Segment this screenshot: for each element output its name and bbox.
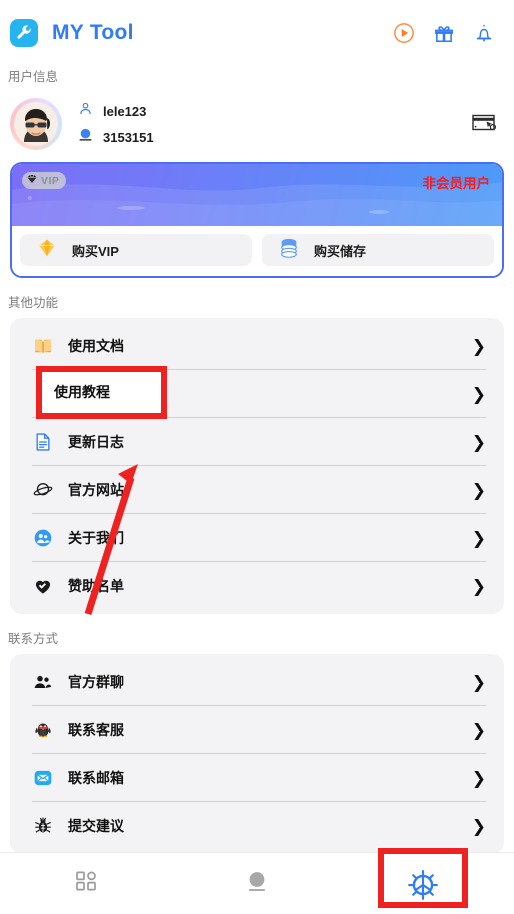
userid-row: 3153151 (78, 127, 154, 147)
heart-icon (32, 576, 54, 596)
list-item-label: 联系客服 (68, 722, 124, 738)
list-item-about[interactable]: 关于我们 ❯ (10, 514, 504, 562)
chevron-right-icon: ❯ (471, 384, 486, 404)
other-features-block: 其他功能 使用文档 ❯ 使用教程 ❯ 更新日志 ❯ 官方网站 ❯ 关于我们 ❯ … (0, 278, 514, 614)
bell-icon[interactable] (472, 21, 496, 45)
list-item-tutorial[interactable]: 使用教程 ❯ (10, 370, 504, 418)
list-item-label: 更新日志 (68, 434, 124, 450)
play-circle-icon[interactable] (392, 21, 416, 45)
group-chat-icon (32, 672, 54, 692)
database-icon (278, 237, 300, 264)
header-actions (392, 21, 496, 45)
list-item-website[interactable]: 官方网站 ❯ (10, 466, 504, 514)
app-header: MY Tool (0, 0, 514, 66)
circle-icon (78, 127, 93, 147)
wrench-icon (10, 19, 38, 47)
buy-vip-label: 购买VIP (72, 243, 119, 259)
buy-vip-button[interactable]: 购买VIP (20, 234, 252, 266)
app-root: MY Tool 用户信息 lele123 3153151 VIP 非会员用户 购… (0, 0, 514, 914)
penguin-support-icon (32, 720, 54, 740)
vip-card: VIP 非会员用户 购买VIP 购买储存 (10, 162, 504, 278)
list-item-label: 赞助名单 (68, 578, 124, 594)
chevron-right-icon: ❯ (471, 720, 486, 740)
video-tutorial-icon (32, 384, 54, 404)
people-icon (32, 528, 54, 548)
avatar-image (14, 102, 58, 146)
planet-icon (32, 480, 54, 500)
list-item-label: 官方群聊 (68, 674, 124, 690)
contact-block: 联系方式 官方群聊 ❯ 联系客服 ❯ 联系邮箱 ❯ 提交建议 ❯ (0, 614, 514, 854)
active-indicator-dot (426, 897, 431, 902)
vip-banner: VIP 非会员用户 (12, 164, 502, 226)
gem-icon (36, 237, 58, 264)
user-section-label: 用户信息 (8, 70, 59, 84)
buy-storage-label: 购买储存 (314, 243, 367, 259)
user-info-row: lele123 3153151 (0, 92, 514, 154)
sphere-icon (245, 869, 269, 898)
list-item-label: 使用文档 (68, 338, 124, 354)
list-item-label: 关于我们 (68, 530, 124, 546)
nav-item-sphere[interactable] (171, 853, 342, 914)
gift-icon[interactable] (432, 21, 456, 45)
vip-actions: 购买VIP 购买储存 (12, 226, 502, 276)
list-item-feedback[interactable]: 提交建议 ❯ (10, 802, 504, 850)
diamond-icon (26, 172, 38, 190)
list-item-support[interactable]: 联系客服 ❯ (10, 706, 504, 754)
buy-storage-button[interactable]: 购买储存 (262, 234, 494, 266)
person-icon (78, 101, 93, 121)
mail-icon (32, 768, 54, 788)
bug-icon (32, 816, 54, 836)
chevron-right-icon: ❯ (471, 432, 486, 452)
username-value: lele123 (103, 103, 147, 119)
list-item-sponsors[interactable]: 赞助名单 ❯ (10, 562, 504, 610)
gear-icon (416, 866, 440, 895)
chevron-right-icon: ❯ (471, 480, 486, 500)
chevron-right-icon: ❯ (471, 576, 486, 596)
avatar[interactable] (10, 98, 62, 150)
vip-badge-label: VIP (41, 174, 60, 187)
bottom-navigation (0, 852, 514, 914)
list-item-email[interactable]: 联系邮箱 ❯ (10, 754, 504, 802)
other-features-list: 使用文档 ❯ 使用教程 ❯ 更新日志 ❯ 官方网站 ❯ 关于我们 ❯ 赞助名单 … (10, 318, 504, 614)
vip-badge: VIP (22, 172, 67, 190)
chevron-right-icon: ❯ (471, 768, 486, 788)
status-badge: 非会员用户 (422, 176, 491, 191)
page-title: MY Tool (52, 21, 134, 44)
list-item-label: 使用教程 (68, 386, 124, 402)
list-item-label: 联系邮箱 (68, 770, 124, 786)
chevron-right-icon: ❯ (471, 336, 486, 356)
chevron-right-icon: ❯ (471, 528, 486, 548)
contact-list: 官方群聊 ❯ 联系客服 ❯ 联系邮箱 ❯ 提交建议 ❯ (10, 654, 504, 854)
list-item-docs[interactable]: 使用文档 ❯ (10, 322, 504, 370)
list-item-label: 提交建议 (68, 818, 124, 834)
chevron-right-icon: ❯ (471, 672, 486, 692)
book-icon (32, 336, 54, 356)
chevron-right-icon: ❯ (471, 816, 486, 836)
userid-value: 3153151 (103, 129, 154, 145)
list-item-label: 官方网站 (68, 482, 124, 498)
card-settings-icon[interactable] (472, 113, 498, 135)
other-features-label: 其他功能 (8, 296, 59, 310)
grid-icon (74, 869, 98, 898)
user-meta: lele123 3153151 (78, 101, 154, 147)
document-icon (32, 432, 54, 452)
username-row: lele123 (78, 101, 154, 121)
contact-label: 联系方式 (8, 632, 59, 646)
list-item-changelog[interactable]: 更新日志 ❯ (10, 418, 504, 466)
list-item-group-chat[interactable]: 官方群聊 ❯ (10, 658, 504, 706)
nav-item-settings[interactable] (343, 853, 514, 914)
nav-item-grid[interactable] (0, 853, 171, 914)
